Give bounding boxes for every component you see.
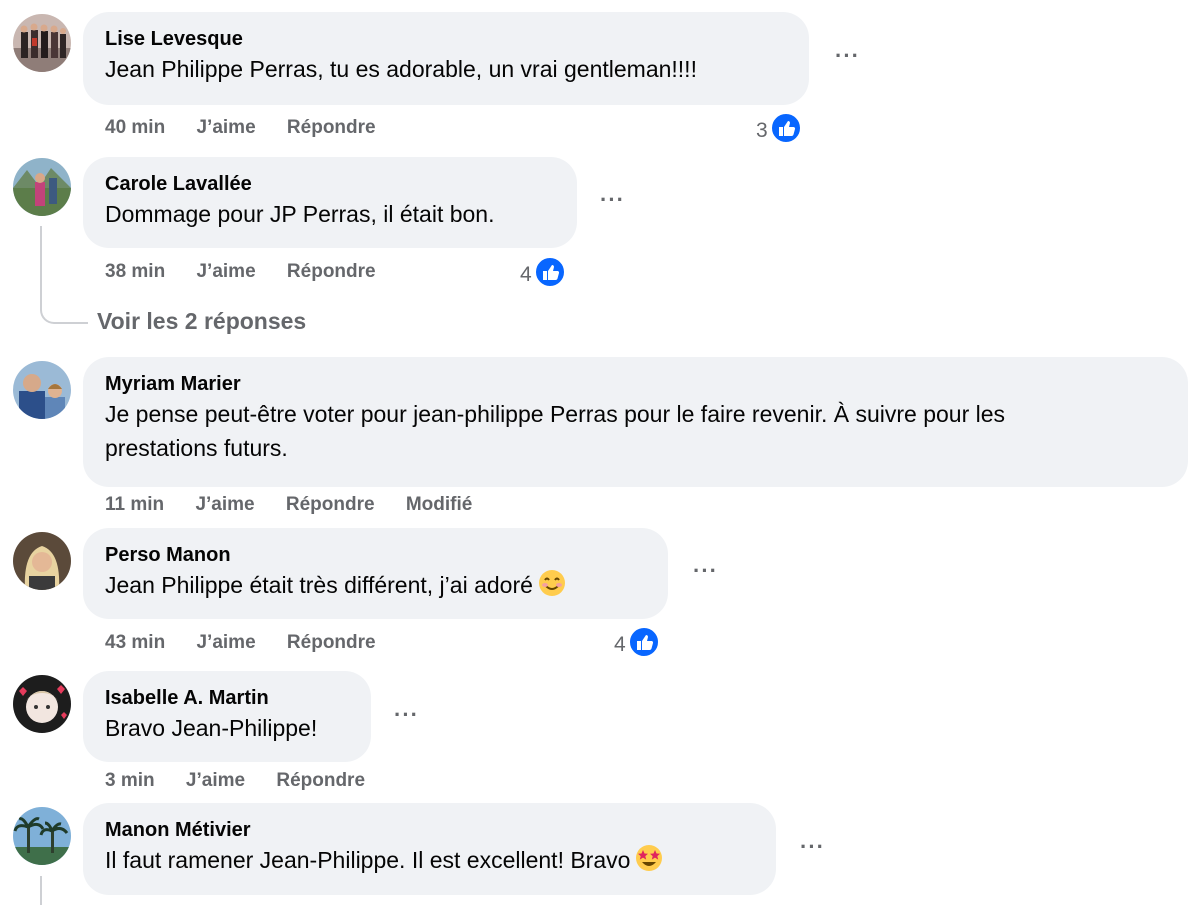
like-icon bbox=[533, 256, 566, 294]
comment-time[interactable]: 11 min bbox=[105, 494, 164, 515]
comment-actions: 3 min J’aime Répondre bbox=[105, 770, 391, 792]
comment-author[interactable]: Lise Levesque bbox=[105, 26, 787, 52]
comment-actions: 40 min J’aime Répondre bbox=[105, 117, 402, 139]
more-options-button[interactable]: ··· bbox=[835, 43, 860, 69]
comment-text-line-1: Je pense peut-être voter pour jean-phili… bbox=[105, 401, 1006, 427]
more-options-button[interactable]: ··· bbox=[600, 187, 625, 213]
comment-text: Jean Philippe était très différent, j’ai… bbox=[105, 572, 533, 598]
avatar[interactable] bbox=[13, 675, 71, 733]
comment-text-row: Il faut ramener Jean-Philippe. Il est ex… bbox=[105, 843, 754, 882]
more-options-button[interactable]: ··· bbox=[800, 834, 825, 860]
like-button[interactable]: J’aime bbox=[186, 770, 245, 791]
reaction-count[interactable]: 3 bbox=[756, 112, 802, 150]
like-icon bbox=[627, 626, 660, 664]
like-button[interactable]: J’aime bbox=[196, 632, 255, 653]
comment-time[interactable]: 43 min bbox=[105, 632, 165, 653]
comment-actions: 43 min J’aime Répondre bbox=[105, 632, 402, 654]
reply-button[interactable]: Répondre bbox=[287, 632, 376, 653]
thread-line bbox=[40, 876, 42, 905]
comment-bubble: Perso Manon Jean Philippe était très dif… bbox=[83, 528, 668, 619]
comment-bubble: Lise Levesque Jean Philippe Perras, tu e… bbox=[83, 12, 809, 105]
reply-button[interactable]: Répondre bbox=[287, 117, 376, 138]
like-button[interactable]: J’aime bbox=[196, 261, 255, 282]
like-button[interactable]: J’aime bbox=[196, 117, 255, 138]
comment-author[interactable]: Manon Métivier bbox=[105, 817, 754, 843]
reply-button[interactable]: Répondre bbox=[276, 770, 365, 791]
view-replies-link[interactable]: Voir les 2 réponses bbox=[97, 308, 306, 335]
reaction-count-number: 4 bbox=[614, 633, 626, 656]
comment-text: Il faut ramener Jean-Philippe. Il est ex… bbox=[105, 847, 631, 873]
avatar[interactable] bbox=[13, 807, 71, 865]
comment-author[interactable]: Myriam Marier bbox=[105, 371, 1166, 397]
comment-author[interactable]: Perso Manon bbox=[105, 542, 646, 568]
comment-time[interactable]: 38 min bbox=[105, 261, 165, 282]
comment-text-row: Jean Philippe était très différent, j’ai… bbox=[105, 568, 646, 607]
comment-text: Bravo Jean-Philippe! bbox=[105, 715, 318, 741]
comment-bubble: Manon Métivier Il faut ramener Jean-Phil… bbox=[83, 803, 776, 895]
reaction-count[interactable]: 4 bbox=[520, 256, 566, 294]
avatar[interactable] bbox=[13, 361, 71, 419]
more-options-button[interactable]: ··· bbox=[394, 702, 419, 728]
comment-text-line-2: prestations futurs. bbox=[105, 435, 288, 461]
comment-time[interactable]: 3 min bbox=[105, 770, 155, 791]
comment-author[interactable]: Isabelle A. Martin bbox=[105, 685, 349, 711]
comment-actions: 11 min J’aime Répondre Modifié bbox=[105, 494, 498, 516]
comment-author[interactable]: Carole Lavallée bbox=[105, 171, 555, 197]
thread-connector bbox=[40, 290, 88, 324]
comment-time[interactable]: 40 min bbox=[105, 117, 165, 138]
reply-button[interactable]: Répondre bbox=[287, 261, 376, 282]
comment-text: Dommage pour JP Perras, il était bon. bbox=[105, 201, 495, 227]
reply-button[interactable]: Répondre bbox=[286, 494, 375, 515]
more-options-button[interactable]: ··· bbox=[693, 558, 718, 584]
avatar[interactable] bbox=[13, 14, 71, 72]
comment-bubble: Myriam Marier Je pense peut-être voter p… bbox=[83, 357, 1188, 487]
like-icon bbox=[769, 112, 802, 150]
comment-actions: 38 min J’aime Répondre bbox=[105, 261, 402, 283]
edited-label[interactable]: Modifié bbox=[406, 494, 473, 515]
avatar[interactable] bbox=[13, 158, 71, 216]
reaction-count[interactable]: 4 bbox=[614, 626, 660, 664]
reaction-count-number: 3 bbox=[756, 119, 768, 142]
comment-text: Jean Philippe Perras, tu es adorable, un… bbox=[105, 56, 697, 82]
star-struck-emoji bbox=[634, 843, 664, 882]
avatar[interactable] bbox=[13, 532, 71, 590]
comment-bubble: Isabelle A. Martin Bravo Jean-Philippe! bbox=[83, 671, 371, 762]
comment-bubble: Carole Lavallée Dommage pour JP Perras, … bbox=[83, 157, 577, 248]
reaction-count-number: 4 bbox=[520, 263, 532, 286]
smiling-face-emoji bbox=[537, 568, 567, 607]
like-button[interactable]: J’aime bbox=[195, 494, 254, 515]
